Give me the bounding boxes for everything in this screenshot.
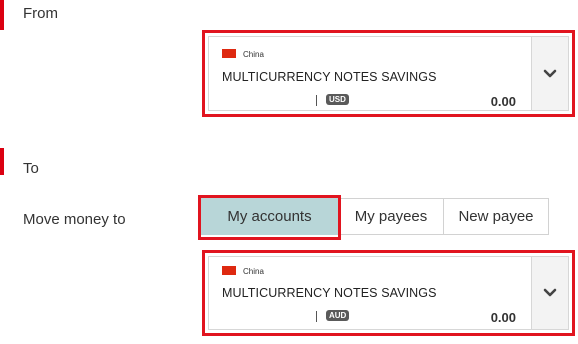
tab-my-payees-label: My payees (354, 208, 428, 225)
to-account-divider (316, 311, 317, 322)
from-account-balance: 0.00 (490, 94, 516, 109)
tab-my-payees[interactable]: My payees (338, 198, 444, 235)
to-section-marker (0, 148, 4, 175)
to-account-select[interactable]: China MULTICURRENCY NOTES SAVINGS AUD 0.… (208, 256, 569, 330)
from-currency-badge: USD (326, 94, 349, 105)
from-account-select-highlight: China MULTICURRENCY NOTES SAVINGS USD 0.… (202, 30, 575, 117)
china-flag-icon (222, 49, 236, 58)
to-account-details: China MULTICURRENCY NOTES SAVINGS AUD 0.… (209, 257, 532, 329)
chevron-down-icon (543, 288, 557, 297)
china-flag-icon (222, 266, 236, 275)
to-currency-badge: AUD (326, 310, 350, 321)
to-account-balance: 0.00 (490, 310, 516, 325)
tab-new-payee[interactable]: New payee (443, 198, 549, 235)
tab-new-payee-label: New payee (458, 208, 534, 225)
from-account-name: MULTICURRENCY NOTES SAVINGS (222, 70, 437, 84)
chevron-down-icon (543, 69, 557, 77)
from-account-dropdown-button[interactable] (531, 37, 568, 110)
from-account-divider (316, 95, 317, 106)
to-heading: To (23, 160, 39, 177)
from-section-marker (0, 0, 4, 30)
from-heading: From (23, 5, 58, 22)
to-account-dropdown-button[interactable] (531, 257, 568, 329)
from-account-details: China MULTICURRENCY NOTES SAVINGS USD 0.… (209, 37, 532, 110)
to-account-country: China (243, 267, 264, 276)
move-money-to-label: Move money to (23, 211, 126, 228)
to-account-name: MULTICURRENCY NOTES SAVINGS (222, 286, 437, 300)
from-account-select[interactable]: China MULTICURRENCY NOTES SAVINGS USD 0.… (208, 36, 569, 111)
my-accounts-highlight (198, 195, 341, 240)
from-account-country: China (243, 50, 264, 59)
to-account-select-highlight: China MULTICURRENCY NOTES SAVINGS AUD 0.… (202, 250, 575, 336)
